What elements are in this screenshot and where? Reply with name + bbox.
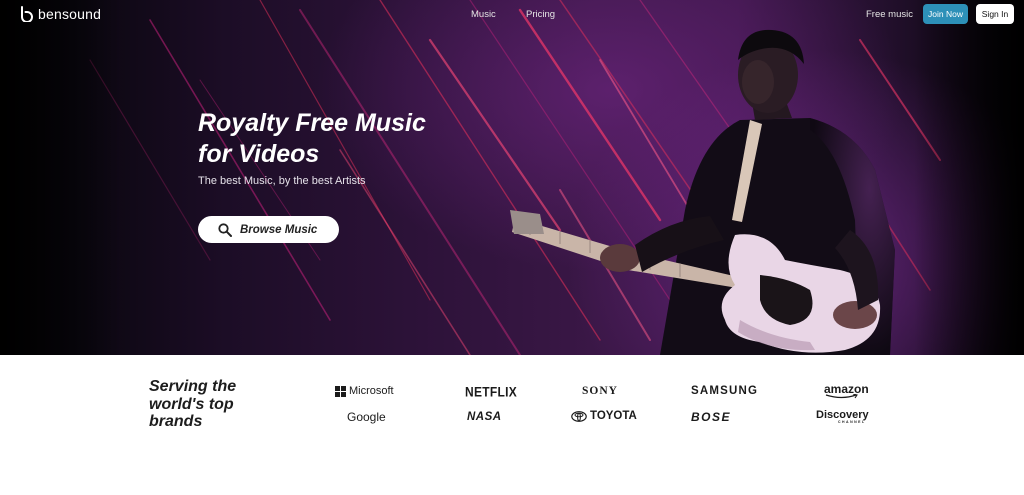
brand-logo-samsung: SAMSUNG <box>691 385 759 397</box>
brands-heading-line-2: world's top <box>149 395 234 413</box>
sign-in-button[interactable]: Sign In <box>976 4 1014 24</box>
hero-title-line-1: Royalty Free Music <box>198 109 426 137</box>
brand-logo-bose: BOSE <box>691 410 732 424</box>
microsoft-logo-icon <box>335 385 346 397</box>
top-nav: bensound Music Pricing Free music Join N… <box>0 0 1024 30</box>
hero-fade-left <box>0 0 120 355</box>
join-now-button[interactable]: Join Now <box>923 4 968 24</box>
logo-text: bensound <box>38 6 102 22</box>
hero-fade-right <box>914 0 1024 355</box>
brands-section: Serving the world's top brands Microsoft… <box>0 355 1024 495</box>
bensound-logo-icon <box>21 6 33 22</box>
brands-heading: Serving the world's top brands <box>149 378 289 431</box>
brand-logo-nasa: NASA <box>467 411 502 423</box>
amazon-smile-icon <box>825 394 858 399</box>
brand-logo-google: Google <box>347 410 386 424</box>
nav-link-music[interactable]: Music <box>471 9 496 20</box>
brand-name-microsoft: Microsoft <box>349 385 394 397</box>
brand-logo-microsoft: Microsoft <box>335 385 394 397</box>
browse-music-label: Browse Music <box>240 223 318 236</box>
browse-music-button[interactable]: Browse Music <box>198 216 339 243</box>
hero-title: Royalty Free Music for Videos <box>198 108 518 170</box>
hero-title-line-2: for Videos <box>198 140 320 168</box>
hero-subtitle: The best Music, by the best Artists <box>198 175 366 187</box>
page: bensound Music Pricing Free music Join N… <box>0 0 1024 495</box>
brand-logo-sony: SONY <box>582 385 618 397</box>
brand-logo-toyota: TOYOTA <box>571 410 637 422</box>
search-icon <box>218 222 232 237</box>
brands-heading-line-3: brands <box>149 413 203 430</box>
bensound-logo[interactable]: bensound <box>20 6 101 22</box>
brand-logo-amazon: amazon <box>824 382 869 399</box>
brand-name-toyota: TOYOTA <box>590 410 637 422</box>
brand-logo-netflix: NETFLIX <box>465 383 518 401</box>
toyota-logo-icon <box>571 410 587 422</box>
hero-section: bensound Music Pricing Free music Join N… <box>0 0 1024 355</box>
brand-name-discovery-sub: CHANNEL <box>838 420 866 424</box>
brands-heading-line-1: Serving the <box>149 378 237 395</box>
nav-link-pricing[interactable]: Pricing <box>526 9 555 20</box>
guitarist-image <box>510 29 895 355</box>
brand-logo-discovery: Discovery CHANNEL <box>816 409 869 424</box>
nav-link-free-music[interactable]: Free music <box>866 9 913 20</box>
